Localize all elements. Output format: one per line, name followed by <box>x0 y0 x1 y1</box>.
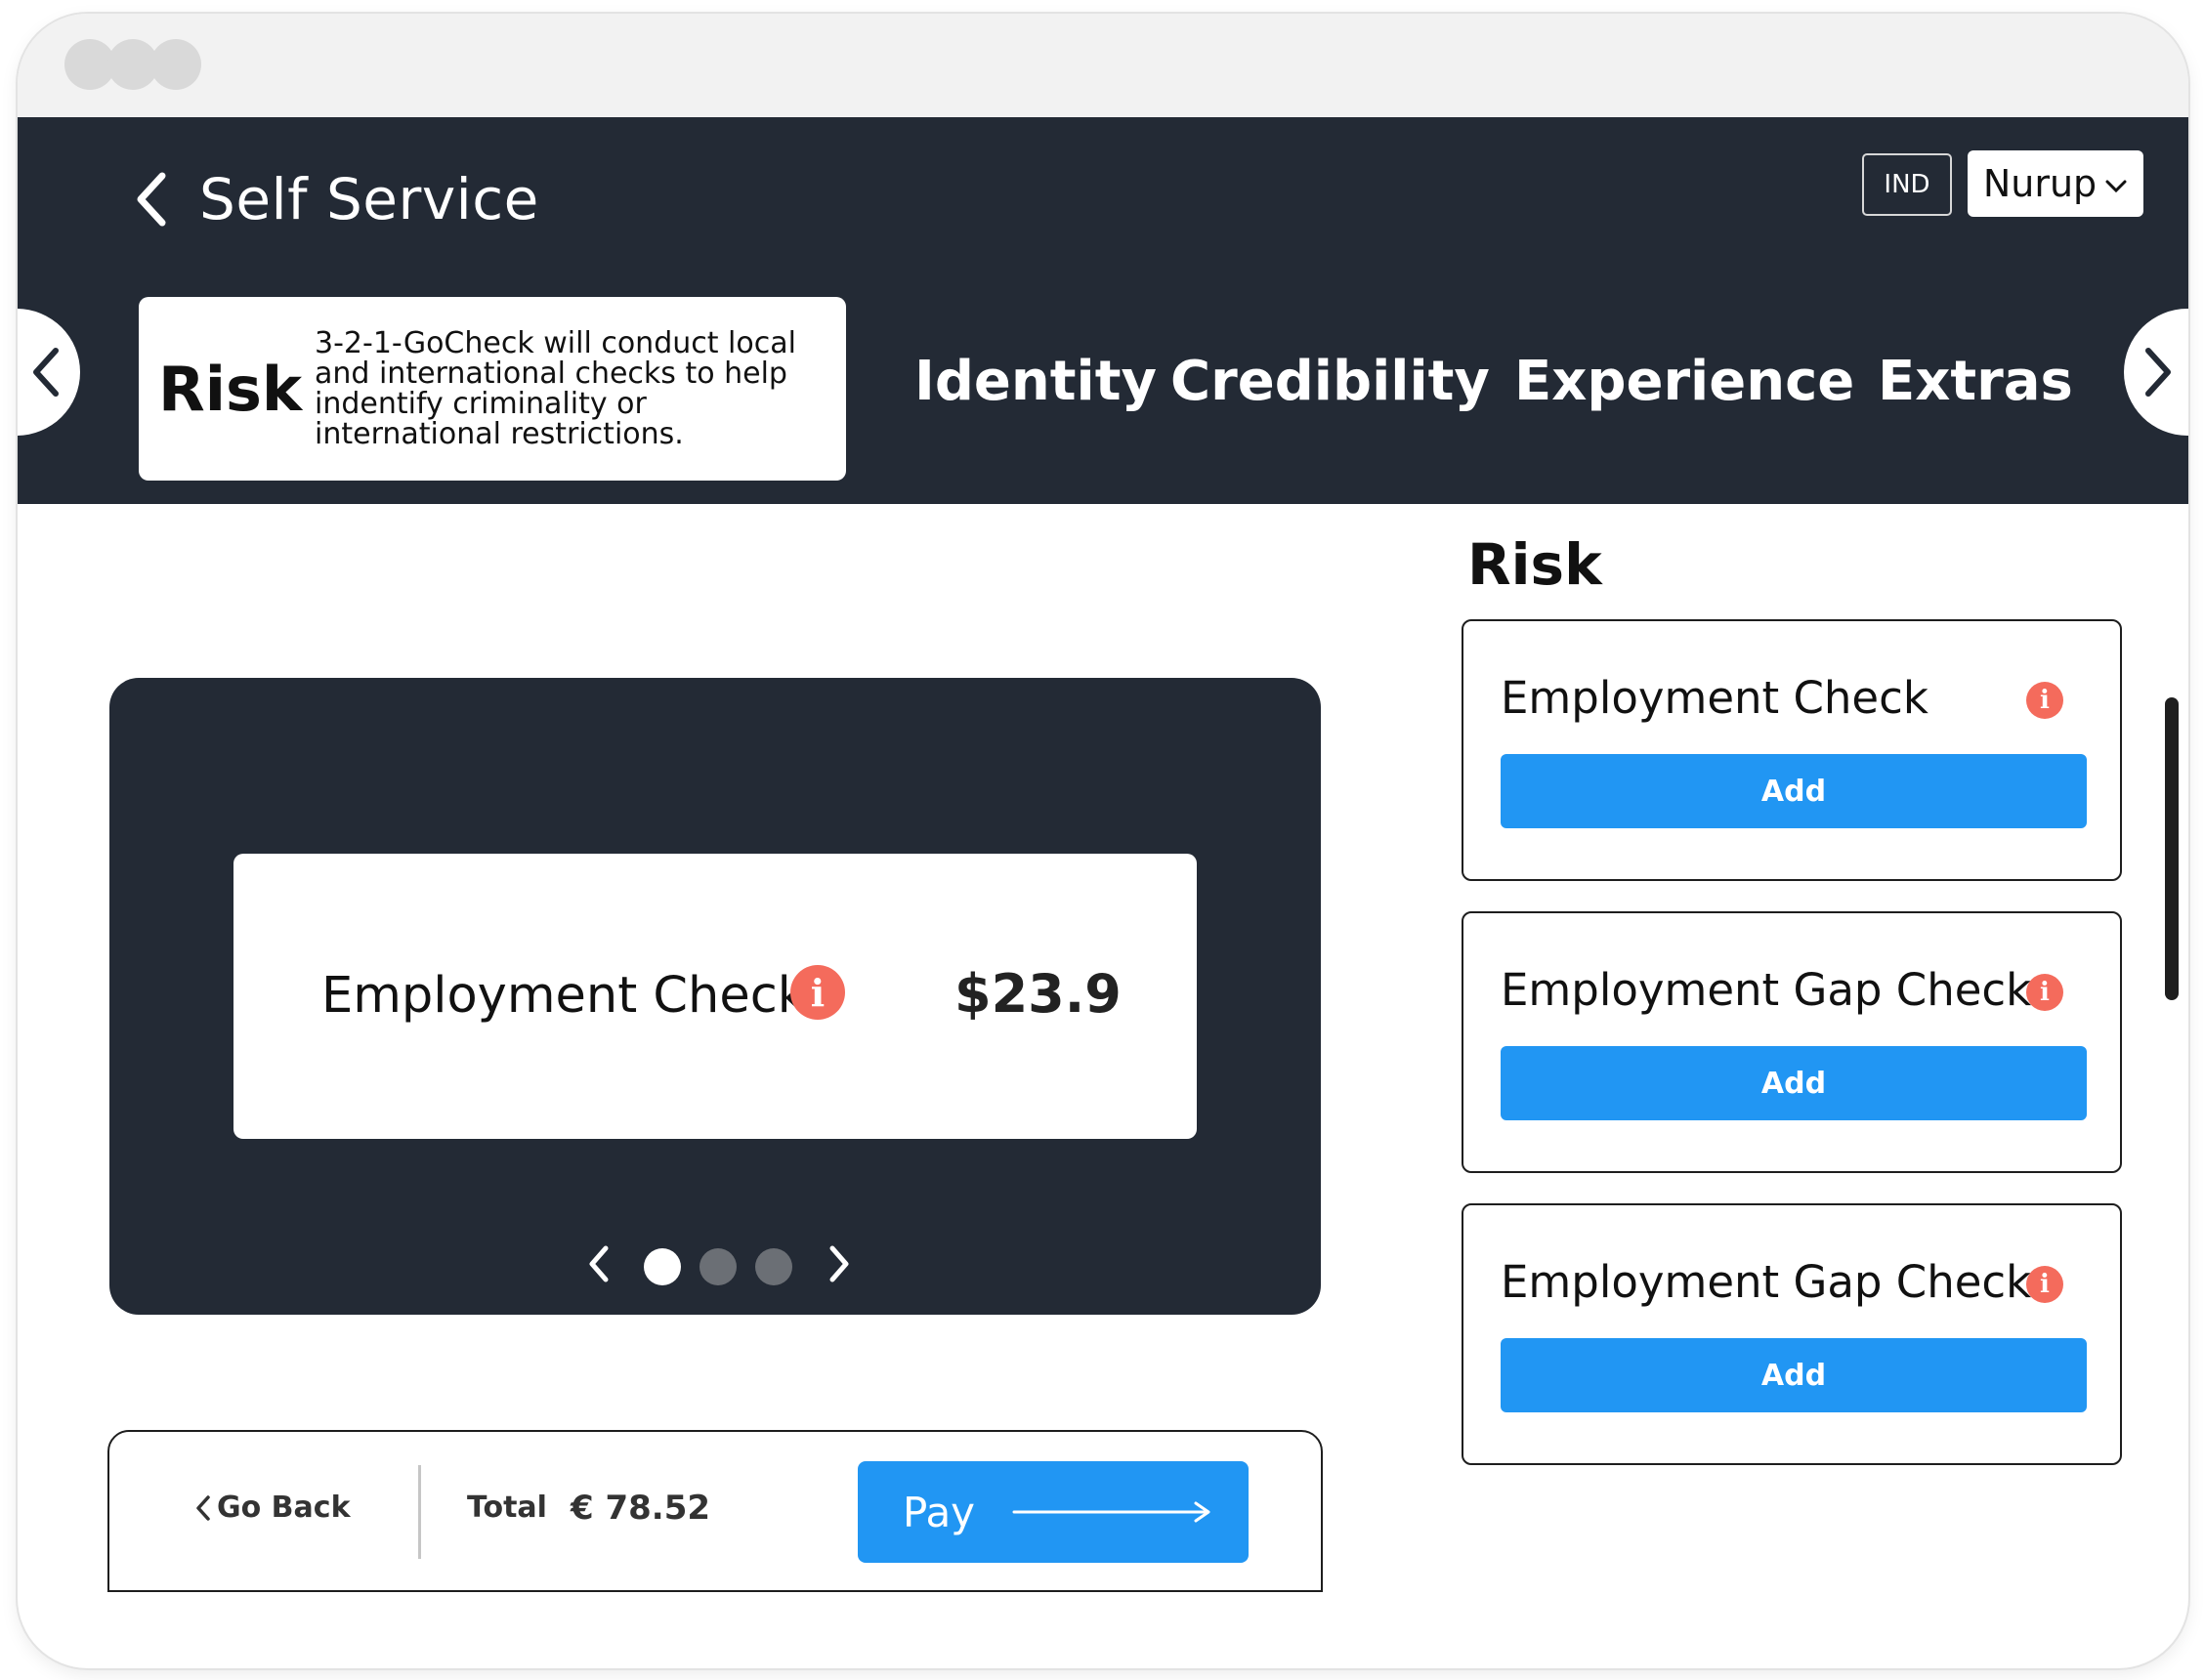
chevron-left-icon <box>196 1494 210 1521</box>
category-prev-button[interactable] <box>18 309 80 436</box>
chevron-down-icon <box>2105 180 2127 193</box>
user-name: Nurup <box>1982 162 2098 205</box>
total-label: Total <box>467 1491 547 1525</box>
service-name: Employment Check <box>1501 672 1928 724</box>
service-card: Employment Gap Check i Add <box>1462 1203 2122 1465</box>
chevron-right-icon <box>2145 348 2171 397</box>
selected-services-carousel: Employment Check i $23.9 <box>109 678 1321 1315</box>
page-title: Self Service <box>199 166 539 232</box>
carousel-dot-1[interactable] <box>644 1248 681 1285</box>
slide-service-price: $23.9 <box>954 963 1122 1025</box>
tab-experience[interactable]: Experience <box>1514 350 1854 413</box>
tab-credibility[interactable]: Credibility <box>1170 350 1490 413</box>
back-link[interactable]: Self Service <box>133 166 539 232</box>
info-icon[interactable]: i <box>790 965 845 1020</box>
checkout-footer: Go Back Total € 78.52 Pay <box>107 1430 1323 1592</box>
service-card: Employment Check i Add <box>1462 619 2122 881</box>
slide-service-name: Employment Check <box>321 967 807 1025</box>
carousel-slide: Employment Check i $23.9 <box>233 854 1197 1139</box>
service-name: Employment Gap Check <box>1501 1256 2032 1308</box>
active-category-title: Risk <box>158 353 303 425</box>
info-icon[interactable]: i <box>2026 974 2063 1011</box>
active-category-card[interactable]: Risk 3-2-1-GoCheck will conduct local an… <box>139 297 846 481</box>
add-button[interactable]: Add <box>1501 1338 2087 1412</box>
tab-identity[interactable]: Identity <box>914 350 1157 413</box>
chevron-left-icon <box>33 348 59 397</box>
carousel-next-icon[interactable] <box>825 1242 854 1285</box>
language-button[interactable]: IND <box>1862 153 1952 216</box>
pay-label: Pay <box>903 1488 976 1536</box>
add-button[interactable]: Add <box>1501 754 2087 828</box>
app-header: Self Service IND Nurup Risk 3-2-1-GoChec… <box>18 117 2188 504</box>
go-back-label: Go Back <box>217 1491 351 1525</box>
carousel-dot-3[interactable] <box>755 1248 792 1285</box>
category-next-button[interactable] <box>2124 309 2188 436</box>
total-value: € 78.52 <box>571 1489 711 1528</box>
info-icon[interactable]: i <box>2026 1266 2063 1303</box>
go-back-button[interactable]: Go Back <box>195 1491 351 1525</box>
active-category-description: 3-2-1-GoCheck will conduct local and int… <box>315 326 796 451</box>
info-icon[interactable]: i <box>2026 682 2063 719</box>
pay-button[interactable]: Pay <box>858 1461 1249 1563</box>
browser-window: Self Service IND Nurup Risk 3-2-1-GoChec… <box>18 14 2188 1668</box>
carousel-dot-2[interactable] <box>699 1248 737 1285</box>
carousel-prev-icon[interactable] <box>584 1242 614 1285</box>
footer-divider <box>418 1465 421 1559</box>
section-title: Risk <box>1467 531 1602 598</box>
window-maximize-dot[interactable] <box>150 39 201 90</box>
service-card: Employment Gap Check i Add <box>1462 911 2122 1173</box>
chevron-left-icon <box>137 172 166 227</box>
service-name: Employment Gap Check <box>1501 964 2032 1016</box>
long-arrow-right-icon <box>1012 1501 1210 1523</box>
title-bar <box>18 14 2188 117</box>
user-menu-button[interactable]: Nurup <box>1968 150 2143 217</box>
tab-extras[interactable]: Extras <box>1878 350 2073 413</box>
scrollbar[interactable] <box>2165 697 2179 1000</box>
add-button[interactable]: Add <box>1501 1046 2087 1120</box>
